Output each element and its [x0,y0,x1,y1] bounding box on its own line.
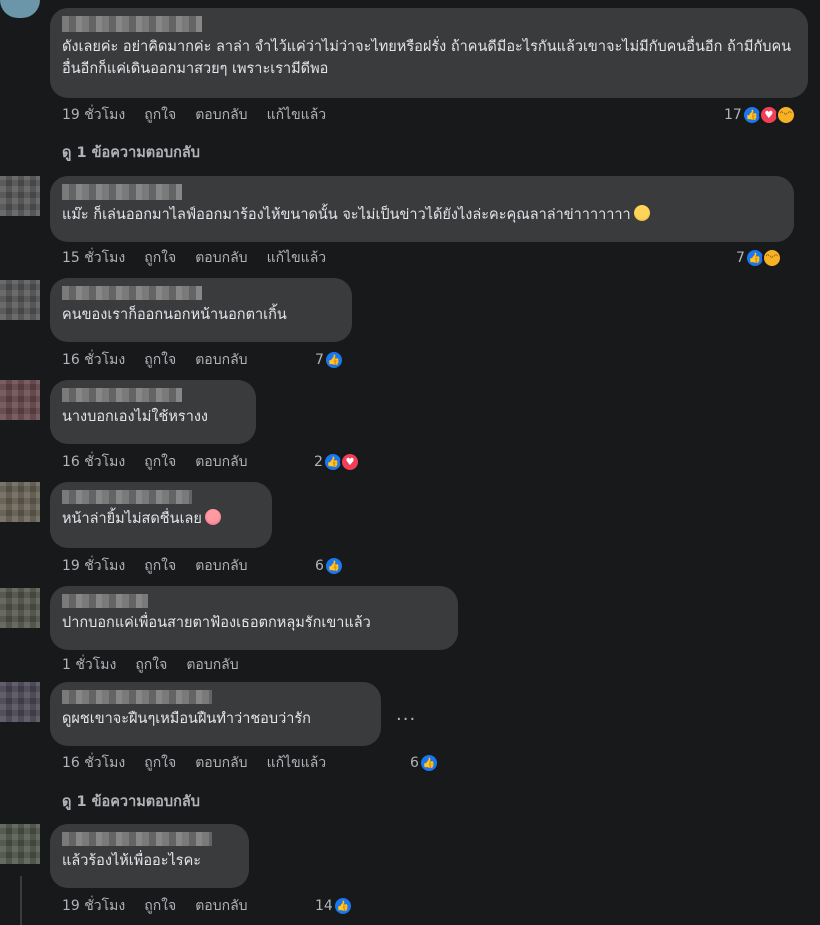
like-button[interactable]: ถูกใจ [144,555,176,577]
view-replies-link[interactable]: ดู 1 ข้อความตอบกลับ [62,141,200,164]
reaction-summary[interactable]: 6 👍 [315,555,344,577]
comment-bubble: ดังเลยค่ะ อย่าคิดมากค่ะ ลาล่า จำไว้แค่ว่… [50,8,808,98]
edited-label: แก้ไขแล้ว [266,755,327,771]
reaction-count: 7 [736,250,745,266]
comment-time[interactable]: 19 ชั่วโมง [62,895,125,917]
comment-actions: 19 ชั่วโมง ถูกใจ ตอบกลับ แก้ไขแล้ว [62,105,326,125]
edited-label: แก้ไขแล้ว [266,250,327,266]
comment-bubble: แม๊ะ ก็เล่นออกมาไลฟ์ออกมาร้องไห้ขนาดนั้น… [50,176,794,242]
comment-actions: 15 ชั่วโมง ถูกใจ ตอบกลับ แก้ไขแล้ว [62,248,326,268]
comment-actions: 16 ชั่วโมง ถูกใจ ตอบกลับ แก้ไขแล้ว [62,753,326,773]
comment-text: ปากบอกแค่เพื่อนสายตาฟ้องเธอตกหลุมรักเขาแ… [62,615,371,631]
avatar[interactable] [0,824,40,864]
avatar[interactable] [0,482,40,522]
reaction-summary[interactable]: 7 👍 ᵔᵕᵔ [736,247,782,269]
comment-time[interactable]: 16 ชั่วโมง [62,752,125,774]
reaction-summary[interactable]: 14 👍 [315,895,353,917]
comment-text: ดังเลยค่ะ อย่าคิดมากค่ะ ลาล่า จำไว้แค่ว่… [62,39,792,77]
comment-actions: 16 ชั่วโมง ถูกใจ ตอบกลับ [62,350,248,370]
like-icon: 👍 [323,556,344,576]
love-icon: ♥ [339,452,360,472]
reply-button[interactable]: ตอบกลับ [195,752,247,774]
like-icon: 👍 [332,896,353,916]
haha-icon: ᵔᵕᵔ [761,248,782,268]
like-icon: 👍 [323,350,344,370]
comment-bubble: แล้วร้องไห้เพื่ออะไรคะ [50,824,249,888]
reply-button[interactable]: ตอบกลับ [195,895,247,917]
grin-emoji-icon [633,205,650,221]
comment-bubble: ปากบอกแค่เพื่อนสายตาฟ้องเธอตกหลุมรักเขาแ… [50,586,458,650]
comment-time[interactable]: 16 ชั่วโมง [62,451,125,473]
edited-label: แก้ไขแล้ว [266,107,327,123]
haha-icon: ᵔᵕᵔ [775,105,796,125]
thread-line [20,876,22,925]
author-name-blurred[interactable] [62,184,182,200]
reaction-count: 6 [315,558,324,574]
comment-time[interactable]: 19 ชั่วโมง [62,555,125,577]
reply-button[interactable]: ตอบกลับ [195,104,247,126]
avatar[interactable] [0,588,40,628]
avatar[interactable] [0,682,40,722]
comment-time[interactable]: 16 ชั่วโมง [62,349,125,371]
author-name-blurred[interactable] [62,832,212,846]
author-name-blurred[interactable] [62,490,192,504]
author-name-blurred[interactable] [62,16,202,32]
comment-actions: 1 ชั่วโมง ถูกใจ ตอบกลับ [62,655,239,675]
comment-bubble: ดูผชเขาจะฝืนๆเหมือนฝืนทำว่าชอบว่ารัก [50,682,381,746]
avatar[interactable] [0,380,40,420]
reply-button[interactable]: ตอบกลับ [195,555,247,577]
comment-actions: 19 ชั่วโมง ถูกใจ ตอบกลับ [62,896,248,916]
reaction-summary[interactable]: 17 👍 ♥ ᵔᵕᵔ [724,104,796,126]
comment-feed: ดังเลยค่ะ อย่าคิดมากค่ะ ลาล่า จำไว้แค่ว่… [0,0,820,925]
reaction-summary[interactable]: 6 👍 [410,752,439,774]
like-button[interactable]: ถูกใจ [144,349,176,371]
comment-text: คนของเราก็ออกนอกหน้านอกตาเกิ้น [62,307,287,323]
reaction-count: 6 [410,755,419,771]
like-button[interactable]: ถูกใจ [144,752,176,774]
reply-button[interactable]: ตอบกลับ [195,349,247,371]
reply-button[interactable]: ตอบกลับ [195,247,247,269]
comment-text: แล้วร้องไห้เพื่ออะไรคะ [62,853,202,869]
avatar[interactable] [0,176,40,216]
reaction-count: 7 [315,352,324,368]
comment-time[interactable]: 15 ชั่วโมง [62,247,125,269]
reaction-summary[interactable]: 2 👍 ♥ [314,451,360,473]
reaction-count: 17 [724,107,742,123]
avatar[interactable] [0,0,40,18]
like-button[interactable]: ถูกใจ [135,654,167,676]
like-button[interactable]: ถูกใจ [144,247,176,269]
author-name-blurred[interactable] [62,286,202,300]
heart-eyes-emoji-icon [204,509,221,525]
comment-bubble: คนของเราก็ออกนอกหน้านอกตาเกิ้น [50,278,352,342]
comment-time[interactable]: 1 ชั่วโมง [62,654,116,676]
reaction-count: 14 [315,898,333,914]
comment-text: ดูผชเขาจะฝืนๆเหมือนฝืนทำว่าชอบว่ารัก [62,711,311,727]
view-replies-link[interactable]: ดู 1 ข้อความตอบกลับ [62,790,200,813]
comment-bubble: นางบอกเองไม่ใช้หรางง [50,380,256,444]
avatar[interactable] [0,280,40,320]
comment-actions: 19 ชั่วโมง ถูกใจ ตอบกลับ [62,556,248,576]
author-name-blurred[interactable] [62,594,148,608]
comment-text: หน้าล่ายิ้มไม่สดชื่นเลย [62,508,260,530]
more-options-button[interactable]: ... [396,704,416,725]
like-icon: 👍 [418,753,439,773]
comment-text: นางบอกเองไม่ใช้หรางง [62,409,208,425]
comment-text-content: หน้าล่ายิ้มไม่สดชื่นเลย [62,511,202,527]
comment-text-content: แม๊ะ ก็เล่นออกมาไลฟ์ออกมาร้องไห้ขนาดนั้น… [62,207,631,223]
reaction-count: 2 [314,454,323,470]
comment-actions: 16 ชั่วโมง ถูกใจ ตอบกลับ [62,452,248,472]
author-name-blurred[interactable] [62,690,212,704]
like-button[interactable]: ถูกใจ [144,451,176,473]
comment-text: แม๊ะ ก็เล่นออกมาไลฟ์ออกมาร้องไห้ขนาดนั้น… [62,204,782,226]
reply-button[interactable]: ตอบกลับ [186,654,238,676]
like-button[interactable]: ถูกใจ [144,104,176,126]
reply-button[interactable]: ตอบกลับ [195,451,247,473]
reaction-summary[interactable]: 7 👍 [315,349,344,371]
author-name-blurred[interactable] [62,388,182,402]
like-button[interactable]: ถูกใจ [144,895,176,917]
comment-time[interactable]: 19 ชั่วโมง [62,104,125,126]
comment-bubble: หน้าล่ายิ้มไม่สดชื่นเลย [50,482,272,548]
